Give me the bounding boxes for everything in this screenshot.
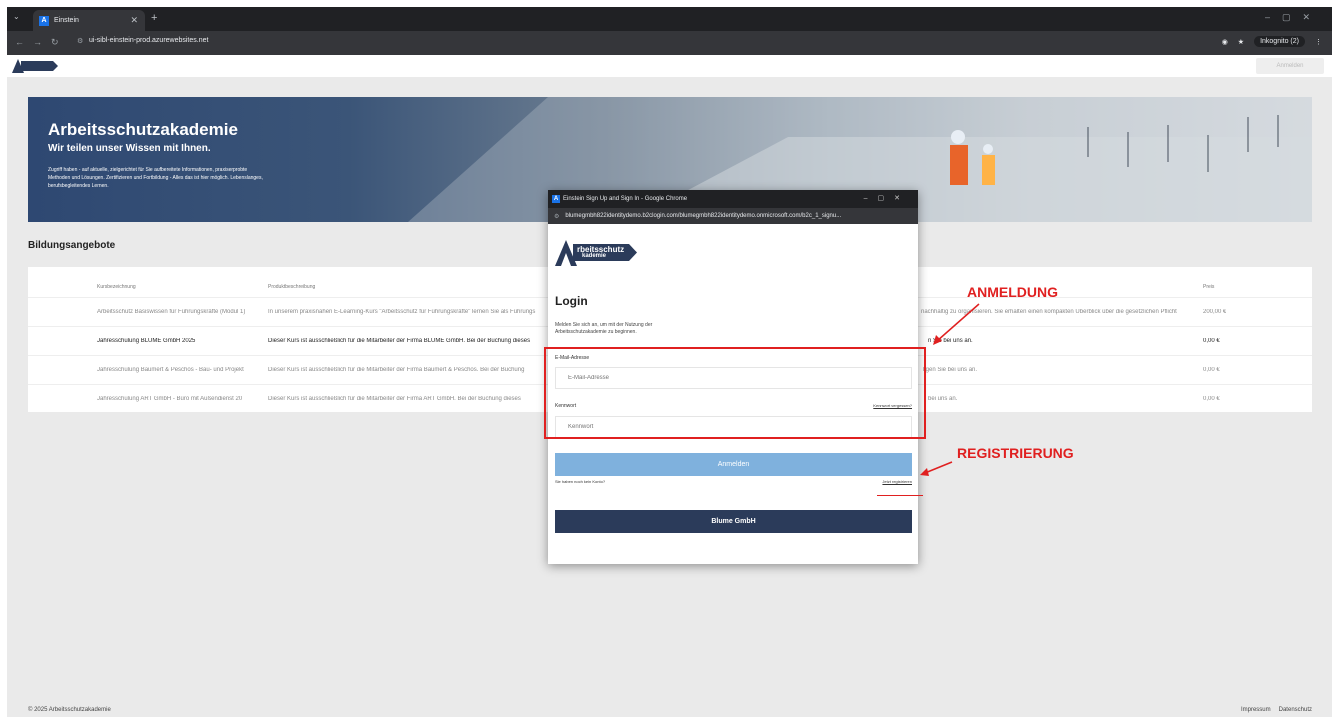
course-description-end: nachhaltig zu organisieren. Sie erhalten… bbox=[921, 309, 1177, 315]
register-annotation-underline bbox=[877, 495, 923, 496]
tab-bar: ⌄ A Einstein ✕ + –▢✕ bbox=[7, 7, 1332, 31]
header-login-button[interactable]: Anmelden bbox=[1256, 58, 1324, 74]
tab-search-icon[interactable]: ⌄ bbox=[13, 12, 20, 21]
tab-title: Einstein bbox=[54, 17, 79, 24]
datenschutz-link[interactable]: Datenschutz bbox=[1279, 707, 1312, 713]
course-name: Jahresschulung ART GmbH - Büro mit Außen… bbox=[97, 396, 243, 402]
star-icon[interactable]: ★ bbox=[1238, 38, 1244, 46]
reload-icon[interactable]: ↻ bbox=[51, 37, 59, 48]
footer-copyright: © 2025 Arbeitsschutzakademie bbox=[28, 707, 111, 713]
menu-icon[interactable]: ⋮ bbox=[1315, 38, 1322, 46]
back-icon[interactable]: ← bbox=[15, 37, 24, 47]
popup-favicon-icon: A bbox=[552, 195, 560, 203]
course-description-end: n Sie bei uns an. bbox=[928, 338, 973, 344]
popup-address-bar: ⚙ blumegmbh822identitydemo.b2clogin.com/… bbox=[548, 208, 918, 224]
eye-off-icon[interactable]: ◉ bbox=[1222, 38, 1228, 46]
course-price: 200,00 € bbox=[1203, 309, 1227, 315]
incognito-badge[interactable]: Inkognito (2) bbox=[1254, 36, 1305, 47]
blume-gmbh-button[interactable]: Blume GmbH bbox=[555, 510, 912, 533]
register-link[interactable]: Jetzt registrieren bbox=[882, 479, 912, 484]
register-annotation-label: REGISTRIERUNG bbox=[957, 445, 1074, 461]
course-description-end: ligen Sie bei uns an. bbox=[923, 367, 978, 373]
popup-window-controls[interactable]: –▢✕ bbox=[864, 194, 910, 202]
footer-links: Impressum Datenschutz bbox=[1241, 707, 1312, 713]
header-description: Produktbeschreibung bbox=[268, 284, 316, 290]
browser-toolbar: ← → ↻ ⚙ ui-sibl-einstein-prod.azurewebsi… bbox=[7, 31, 1332, 55]
course-price: 0,00 € bbox=[1203, 367, 1220, 373]
popup-window-title: Einstein Sign Up and Sign In - Google Ch… bbox=[563, 196, 688, 202]
login-intro: Melden Sie sich an, um mit der Nutzung d… bbox=[555, 322, 653, 335]
login-button[interactable]: Anmelden bbox=[555, 453, 912, 476]
popup-site-info-icon: ⚙ bbox=[554, 213, 560, 220]
login-annotation-label: ANMELDUNG bbox=[967, 284, 1058, 300]
address-bar[interactable]: ui-sibl-einstein-prod.azurewebsites.net bbox=[89, 37, 208, 44]
new-tab-icon[interactable]: + bbox=[151, 12, 157, 24]
course-name: Jahresschulung Baumert & Peschos - Bau- … bbox=[97, 367, 244, 373]
site-logo[interactable] bbox=[12, 59, 58, 73]
popup-logo: rbeitsschutz kademie bbox=[555, 240, 637, 266]
popup-url-text: blumegmbh822identitydemo.b2clogin.com/bl… bbox=[565, 213, 842, 219]
tab-close-icon[interactable]: ✕ bbox=[130, 15, 138, 26]
course-price: 0,00 € bbox=[1203, 396, 1220, 402]
login-annotation-box bbox=[544, 347, 926, 439]
browser-window: ⌄ A Einstein ✕ + –▢✕ ← → ↻ ⚙ ui-sibl-ein… bbox=[7, 7, 1332, 717]
course-description: Dieser Kurs ist ausschließlich für die M… bbox=[268, 367, 525, 373]
course-description: Dieser Kurs ist ausschließlich für die M… bbox=[268, 396, 521, 402]
course-name: Jahresschulung BLUME GmbH 2025 bbox=[97, 338, 196, 344]
course-description-end: bei uns an. bbox=[928, 396, 958, 402]
popup-titlebar: A Einstein Sign Up and Sign In - Google … bbox=[548, 190, 918, 208]
hero-text: Zugriff haben - auf aktuelle, zielgerich… bbox=[48, 167, 263, 189]
window-controls[interactable]: –▢✕ bbox=[1265, 12, 1322, 23]
no-account-text: Sie haben noch kein Konto? bbox=[555, 479, 606, 484]
incognito-label: Inkognito (2) bbox=[1260, 38, 1299, 45]
hero-subtitle: Wir teilen unser Wissen mit Ihnen. bbox=[48, 143, 211, 154]
course-description: Dieser Kurs ist ausschließlich für die M… bbox=[268, 338, 531, 344]
forward-icon[interactable]: → bbox=[33, 37, 42, 47]
site-header: Anmelden bbox=[7, 55, 1332, 77]
login-heading: Login bbox=[555, 294, 588, 308]
course-description: In unserem praxisnahen E-Learning-Kurs "… bbox=[268, 309, 536, 315]
course-price: 0,00 € bbox=[1203, 338, 1220, 344]
impressum-link[interactable]: Impressum bbox=[1241, 707, 1271, 713]
header-course-name: Kursbezeichnung bbox=[97, 284, 136, 290]
section-title: Bildungsangebote bbox=[28, 240, 116, 251]
course-name: Arbeitsschutz Basiswissen für Führungskr… bbox=[97, 309, 246, 315]
hero-title: Arbeitsschutzakademie bbox=[48, 120, 238, 139]
logo-text-line2: kademie bbox=[582, 253, 607, 259]
header-price: Preis bbox=[1203, 284, 1215, 290]
browser-tab[interactable]: A Einstein ✕ bbox=[33, 10, 145, 31]
site-info-icon[interactable]: ⚙ bbox=[77, 37, 83, 45]
app-favicon-icon: A bbox=[39, 15, 49, 26]
